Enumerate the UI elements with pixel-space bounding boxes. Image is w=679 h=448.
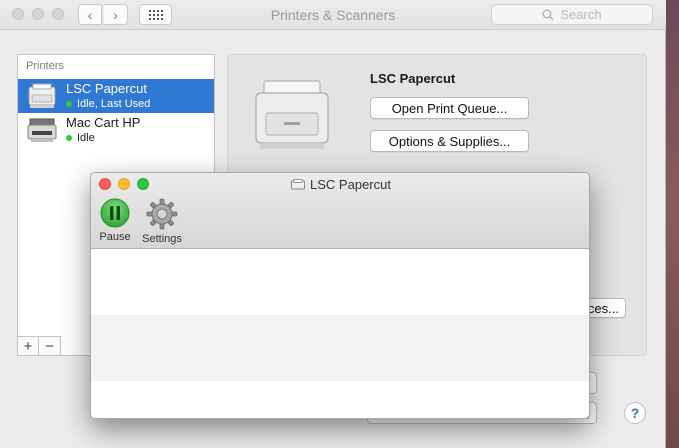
printer-item-lsc-papercut[interactable]: LSC Papercut Idle, Last Used <box>18 79 214 113</box>
printer-name: LSC Papercut <box>66 81 147 96</box>
remove-printer-button[interactable]: − <box>39 336 61 356</box>
queue-title-text: LSC Papercut <box>310 177 391 192</box>
search-placeholder: Search <box>560 7 602 22</box>
settings-label: Settings <box>142 233 182 245</box>
settings-button[interactable]: Settings <box>139 198 185 245</box>
help-button[interactable]: ? <box>624 402 646 424</box>
printer-large-icon <box>255 80 329 149</box>
printer-name: Mac Cart HP <box>66 115 141 130</box>
printer-icon <box>27 118 57 142</box>
gear-icon <box>146 198 178 230</box>
pause-label: Pause <box>99 231 131 243</box>
printer-status: Idle, Last Used <box>66 98 150 110</box>
printer-status: Idle <box>66 132 95 144</box>
add-remove-controls: + − <box>17 336 61 356</box>
printer-small-icon <box>291 179 306 190</box>
printer-icon <box>28 83 56 108</box>
status-dot-icon <box>66 135 72 141</box>
print-queue-window: LSC Papercut Pause Settings <box>90 172 590 419</box>
options-supplies-button[interactable]: Options & Supplies... <box>370 130 529 152</box>
search-icon <box>542 9 554 20</box>
printer-status-text: Idle <box>77 132 95 144</box>
selected-printer-name: LSC Papercut <box>370 71 456 86</box>
queue-list-row <box>91 249 589 315</box>
printer-item-mac-cart-hp[interactable]: Mac Cart HP Idle <box>18 113 214 147</box>
open-print-queue-button[interactable]: Open Print Queue... <box>370 97 529 119</box>
title-bar: ‹ › Printers & Scanners Search <box>0 0 666 30</box>
status-dot-icon <box>66 101 72 107</box>
queue-window-title: LSC Papercut <box>91 177 589 192</box>
search-field[interactable]: Search <box>491 4 653 25</box>
pause-icon <box>100 198 130 228</box>
queue-list-row <box>91 315 589 381</box>
printers-list-header: Printers <box>26 60 64 72</box>
queue-toolbar: LSC Papercut Pause Settings <box>91 173 589 249</box>
queue-list-row <box>91 381 589 418</box>
pause-button[interactable]: Pause <box>97 198 133 243</box>
printer-status-text: Idle, Last Used <box>77 98 151 110</box>
add-printer-button[interactable]: + <box>17 336 39 356</box>
